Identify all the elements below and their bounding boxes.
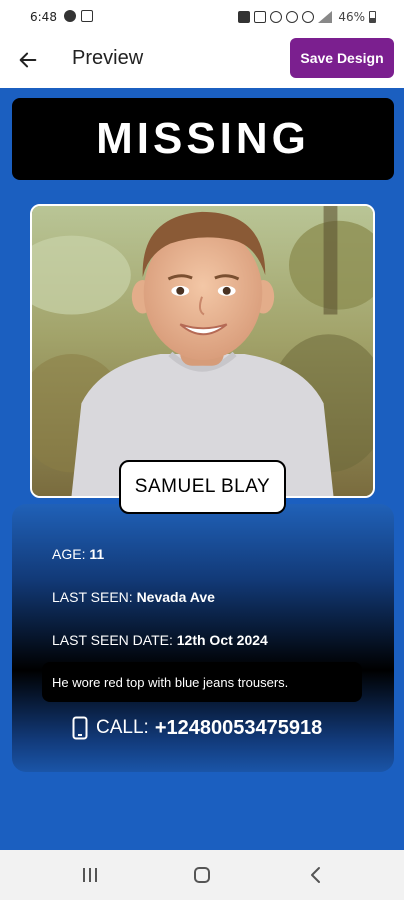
arrow-left-icon	[19, 52, 37, 68]
phone-icon	[72, 716, 88, 740]
headset-icon	[286, 11, 299, 23]
page-title: Preview	[72, 47, 144, 69]
image-icon	[81, 10, 93, 22]
status-bar: 6:48 46%	[0, 0, 404, 34]
age-value: 11	[89, 546, 105, 562]
battery-percent: 46%	[338, 10, 365, 24]
status-time: 6:48	[30, 10, 57, 24]
info-card: AGE: 11 LAST SEEN: Nevada Ave LAST SEEN …	[12, 504, 394, 772]
call-number: +12480053475918	[154, 716, 323, 739]
child-photo-image	[32, 206, 373, 496]
save-design-button[interactable]: Save Design	[290, 38, 394, 78]
back-icon	[311, 867, 320, 883]
wifi-icon	[302, 11, 315, 23]
back-button[interactable]	[10, 42, 46, 78]
call-row: CALL: +12480053475918	[72, 716, 322, 740]
app-bar: Preview Save Design	[0, 34, 404, 86]
lock-icon	[238, 11, 251, 23]
signal-icon	[318, 11, 333, 23]
nav-back-button[interactable]	[296, 862, 336, 888]
age-label: AGE:	[52, 546, 90, 562]
a-icon	[64, 10, 76, 22]
headline-text: MISSING	[96, 114, 310, 163]
home-icon	[194, 867, 210, 883]
system-nav-bar	[0, 850, 404, 900]
home-button[interactable]	[182, 862, 222, 888]
missing-poster: MISSING SAMUEL BLAY AGE: 11 LAST SEEN: N…	[0, 88, 404, 850]
recent-apps-icon	[83, 868, 97, 882]
child-photo	[30, 204, 375, 498]
poster-headline: MISSING	[12, 98, 394, 180]
child-name: SAMUEL BLAY	[134, 476, 271, 497]
n-icon	[254, 11, 267, 23]
status-right-icons: 46%	[238, 10, 376, 24]
description-box: He wore red top with blue jeans trousers…	[42, 662, 362, 702]
last-seen-value: Nevada Ave	[136, 589, 215, 605]
battery-icon	[369, 11, 376, 23]
last-seen-row: LAST SEEN: Nevada Ave	[52, 589, 215, 605]
description-text: He wore red top with blue jeans trousers…	[52, 674, 289, 690]
last-seen-date-label: LAST SEEN DATE:	[52, 632, 177, 648]
age-row: AGE: 11	[52, 546, 104, 562]
last-seen-label: LAST SEEN:	[52, 589, 137, 605]
call-label: CALL:	[96, 717, 149, 738]
status-left-icons	[64, 10, 93, 22]
name-badge: SAMUEL BLAY	[119, 460, 286, 514]
recent-apps-button[interactable]	[70, 862, 110, 888]
last-seen-date-row: LAST SEEN DATE: 12th Oct 2024	[52, 632, 268, 648]
bluetooth-icon	[270, 11, 283, 23]
last-seen-date-value: 12th Oct 2024	[176, 632, 268, 648]
